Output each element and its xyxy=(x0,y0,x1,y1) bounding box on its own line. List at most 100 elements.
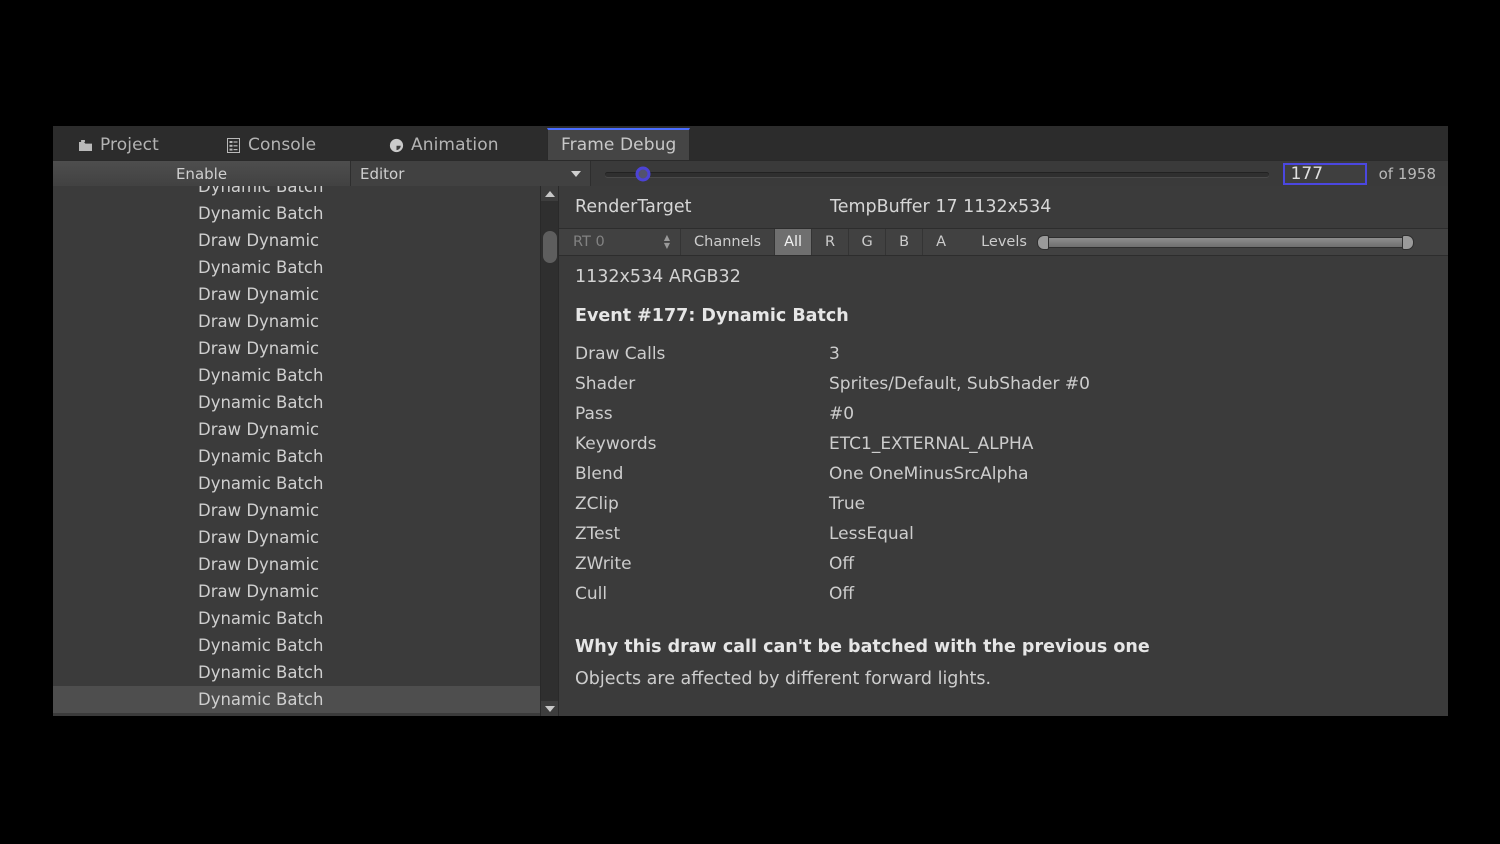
property-value: Sprites/Default, SubShader #0 xyxy=(829,374,1090,394)
tree-row[interactable]: Draw Dynamic xyxy=(53,524,540,551)
property-key: Cull xyxy=(575,584,608,604)
tree-row[interactable]: Dynamic Batch xyxy=(53,686,540,713)
property-row: ZTest LessEqual xyxy=(575,519,1448,549)
property-key: Pass xyxy=(575,404,613,424)
property-key: Shader xyxy=(575,374,636,394)
folder-icon xyxy=(78,138,93,153)
channel-toolbar: RT 0 ▲ ▼ Channels All R G B A Levels xyxy=(559,228,1448,256)
levels-min-handle[interactable] xyxy=(1036,234,1049,250)
levels-slider-track xyxy=(1038,236,1412,248)
event-detail-pane: RenderTarget TempBuffer 17 1132x534 RT 0… xyxy=(559,186,1448,716)
scroll-down-arrow-icon[interactable] xyxy=(541,701,558,716)
event-tree-list[interactable]: Dynamic Batch Dynamic Batch Draw Dynamic Dy… xyxy=(53,186,540,716)
clock-icon xyxy=(389,138,404,153)
property-key: ZTest xyxy=(575,524,621,544)
tab-project-label: Project xyxy=(100,135,159,155)
tree-row[interactable]: Dynamic Batch xyxy=(53,632,540,659)
target-dropdown[interactable]: Editor xyxy=(351,161,591,187)
event-properties: Draw Calls 3 Shader Sprites/Default, SubSha… xyxy=(559,326,1448,609)
tree-row[interactable]: Draw Dynamic xyxy=(53,497,540,524)
channel-button-g[interactable]: G xyxy=(848,229,885,255)
tree-row[interactable]: Draw Dynamic xyxy=(53,227,540,254)
event-title: Event #177: Dynamic Batch xyxy=(575,306,849,326)
tree-row[interactable]: Dynamic Batch xyxy=(53,470,540,497)
tree-row[interactable]: Draw Dynamic xyxy=(53,578,540,605)
property-key: Blend xyxy=(575,464,624,484)
frame-debugger-toolbar: Enable Editor 177 of 1958 xyxy=(53,160,1448,188)
tree-row[interactable]: Draw Dynamic xyxy=(53,281,540,308)
channel-button-a[interactable]: A xyxy=(922,229,959,255)
rendertarget-label: RenderTarget xyxy=(575,197,692,217)
rendertarget-value: TempBuffer 17 1132x534 xyxy=(830,197,1052,217)
tree-row[interactable]: Dynamic Batch xyxy=(53,362,540,389)
property-value: Off xyxy=(829,554,855,574)
tab-project[interactable]: Project xyxy=(65,130,172,160)
tab-console-label: Console xyxy=(248,135,317,155)
batch-break-reason: Objects are affected by different forwar… xyxy=(575,669,992,689)
rt-select-dropdown[interactable]: RT 0 ▲ ▼ xyxy=(559,229,681,255)
console-icon xyxy=(226,137,241,153)
target-dropdown-label: Editor xyxy=(360,165,405,183)
tree-row[interactable]: Draw Dynamic xyxy=(53,308,540,335)
levels-slider[interactable] xyxy=(1036,229,1414,255)
levels-label: Levels xyxy=(981,234,1027,250)
event-slider-track xyxy=(605,171,1269,177)
property-value: ETC1_EXTERNAL_ALPHA xyxy=(829,434,1034,454)
property-row: Cull Off xyxy=(575,579,1448,609)
enable-button[interactable]: Enable xyxy=(53,161,351,187)
window-tab-bar: Project Console Animation Frame Debug xyxy=(53,126,1448,160)
property-value: Off xyxy=(829,584,855,604)
event-index-input[interactable]: 177 xyxy=(1282,163,1367,185)
chevron-down-icon xyxy=(571,171,581,177)
scroll-up-arrow-icon[interactable] xyxy=(541,186,558,201)
levels-max-handle[interactable] xyxy=(1402,234,1414,250)
property-key: Keywords xyxy=(575,434,657,454)
tree-row[interactable]: Dynamic Batch xyxy=(53,389,540,416)
tree-row[interactable]: Dynamic Batch xyxy=(53,605,540,632)
scrollbar-thumb[interactable] xyxy=(543,231,557,263)
property-value: LessEqual xyxy=(829,524,914,544)
frame-debugger-window: Project Console Animation Frame Debug En… xyxy=(53,126,1448,716)
property-value: #0 xyxy=(829,404,855,424)
updown-arrows-icon: ▲ ▼ xyxy=(663,233,670,250)
channel-button-b[interactable]: B xyxy=(885,229,922,255)
tree-row[interactable]: Draw Dynamic xyxy=(53,416,540,443)
screen: Project Console Animation Frame Debug En… xyxy=(0,0,1500,844)
event-slider[interactable] xyxy=(591,161,1283,187)
property-row: Shader Sprites/Default, SubShader #0 xyxy=(575,369,1448,399)
property-value: 3 xyxy=(829,344,840,364)
tab-frame-debug-label: Frame Debug xyxy=(561,135,677,155)
property-row: Keywords ETC1_EXTERNAL_ALPHA xyxy=(575,429,1448,459)
property-value: True xyxy=(829,494,866,514)
rendertarget-header: RenderTarget TempBuffer 17 1132x534 xyxy=(559,186,1448,228)
tree-row[interactable]: Dynamic Batch xyxy=(53,254,540,281)
tree-row[interactable]: Dynamic Batch xyxy=(53,443,540,470)
property-row: Draw Calls 3 xyxy=(575,339,1448,369)
property-row: Pass #0 xyxy=(575,399,1448,429)
tree-row[interactable]: Dynamic Batch xyxy=(53,200,540,227)
event-tree-scrollbar[interactable] xyxy=(540,186,558,716)
tab-animation[interactable]: Animation xyxy=(376,130,512,160)
property-key: ZWrite xyxy=(575,554,632,574)
tab-console[interactable]: Console xyxy=(213,130,329,160)
tree-row[interactable]: Draw Dynamic xyxy=(53,335,540,362)
channels-label: Channels xyxy=(694,234,762,250)
property-row: Blend One OneMinusSrcAlpha xyxy=(575,459,1448,489)
channel-button-r[interactable]: R xyxy=(811,229,848,255)
property-row: ZClip True xyxy=(575,489,1448,519)
tab-animation-label: Animation xyxy=(411,135,499,155)
event-tree-pane: Dynamic Batch Dynamic Batch Draw Dynamic Dy… xyxy=(53,186,559,716)
tree-row[interactable]: Draw Dynamic xyxy=(53,551,540,578)
frame-debugger-body: Dynamic Batch Dynamic Batch Draw Dynamic Dy… xyxy=(53,186,1448,716)
rendertarget-format: 1132x534 ARGB32 xyxy=(575,267,741,287)
batch-break-title: Why this draw call can't be batched with… xyxy=(575,637,1150,657)
property-row: ZWrite Off xyxy=(575,549,1448,579)
event-slider-thumb[interactable] xyxy=(635,166,651,182)
channel-button-all[interactable]: All xyxy=(774,229,812,255)
tab-frame-debug[interactable]: Frame Debug xyxy=(547,128,691,160)
tree-row[interactable]: Dynamic Batch xyxy=(53,186,540,200)
tree-row[interactable]: Dynamic Batch xyxy=(53,659,540,686)
rt-select-label: RT 0 xyxy=(573,234,605,250)
event-total-label: of 1958 xyxy=(1378,165,1436,183)
property-key: ZClip xyxy=(575,494,619,514)
